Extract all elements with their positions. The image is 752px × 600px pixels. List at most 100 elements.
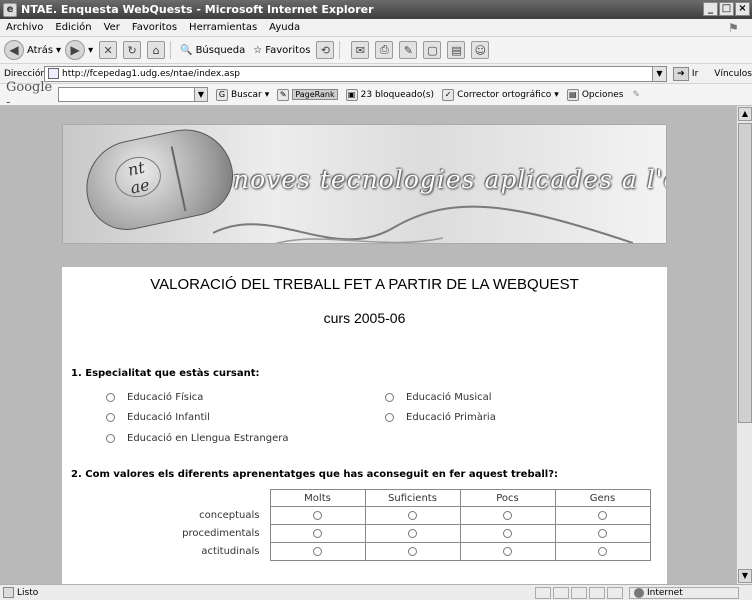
google-search-input[interactable]: ▼ [58,87,208,102]
status-pane [553,586,569,599]
window-title: NTAE. Enquesta WebQuests - Microsoft Int… [21,3,374,16]
back-button[interactable]: ◀ Atrás ▾ [4,40,61,60]
scroll-thumb[interactable] [738,123,752,423]
survey-form: VALORACIÓ DEL TREBALL FET A PARTIR DE LA… [62,267,667,584]
status-pane [571,586,587,599]
status-pane [607,586,623,599]
favorites-button[interactable]: ☆ Favoritos [253,45,310,56]
radio-button[interactable] [385,393,394,402]
form-heading: VALORACIÓ DEL TREBALL FET A PARTIR DE LA… [150,276,579,293]
pencil-icon[interactable]: ✎ [633,90,641,100]
minimize-button[interactable]: _ [703,2,718,16]
radio-button[interactable] [503,511,512,520]
radio-button[interactable] [408,529,417,538]
table-row: actitudinals [160,542,651,561]
radio-button[interactable] [385,413,394,422]
go-label: Ir [691,68,699,79]
page-viewport: nt ae noves tecnologies aplicades a l'ed… [0,106,736,584]
radio-button[interactable] [503,547,512,556]
grid-header-row: Molts Suficients Pocs Gens [160,489,651,507]
radio-button[interactable] [106,413,115,422]
favorites-label: Favoritos [265,44,311,56]
spellcheck-button[interactable]: ✓ Corrector ortográfico ▾ [442,88,559,101]
mail-icon[interactable]: ✉ [351,41,370,59]
radio-button[interactable] [503,529,512,538]
maximize-button[interactable]: □ [719,2,734,16]
radio-button[interactable] [408,511,417,520]
google-search-button[interactable]: G Buscar ▾ [216,88,270,101]
menu-edicion[interactable]: Edición [49,22,97,33]
discuss-icon[interactable]: ▢ [423,41,442,59]
banner-title: noves tecnologies aplicades a l'educació [233,165,666,194]
chevron-down-icon[interactable]: ▼ [194,88,207,101]
option-label: Educació Musical [406,392,492,403]
grid-cell [364,542,461,561]
radio-button[interactable] [408,547,417,556]
history-icon[interactable]: ⟲ [316,41,335,59]
forward-button[interactable]: ▶ ▾ [65,40,93,60]
pagerank-indicator[interactable]: ✎ PageRank [277,88,338,101]
spellcheck-dropdown-icon[interactable]: ▾ [554,90,559,100]
vertical-scrollbar[interactable]: ▲ ▼ [736,106,752,584]
google-search-label: Buscar [231,89,262,100]
globe-icon [634,587,644,598]
grid-cell [269,506,366,525]
edit-icon[interactable]: ✎ [399,41,418,59]
security-zone[interactable]: Internet [629,586,739,599]
window-controls: _ □ × [703,2,750,16]
scroll-down-icon[interactable]: ▼ [738,569,752,583]
search-dropdown-icon[interactable]: ▾ [265,90,270,100]
chevron-down-icon[interactable]: ▼ [651,66,666,81]
scroll-up-icon[interactable]: ▲ [738,107,752,121]
go-button[interactable]: ➔ Ir [672,66,699,81]
research-icon[interactable]: ▤ [447,41,466,59]
search-label: Búsqueda [195,44,246,56]
refresh-icon[interactable]: ↻ [123,41,142,59]
mouse-cable [213,205,633,243]
links-button[interactable]: Vínculos [714,69,752,79]
menu-archivo[interactable]: Archivo [0,22,49,33]
stop-icon[interactable]: ✕ [99,41,118,59]
popup-blocker-button[interactable]: ▣ 23 bloqueado(s) [345,88,435,101]
print-icon[interactable]: ⎙ [375,41,394,59]
blocked-label: 23 bloqueado(s) [360,89,435,100]
radio-button[interactable] [106,434,115,443]
menu-ver[interactable]: Ver [98,22,126,33]
question-2-label: 2. Com valores els diferents aprenentatg… [71,469,559,480]
go-arrow-icon: ➔ [672,66,689,81]
option-educacio-llengua-estrangera[interactable]: Educació en Llengua Estrangera [106,433,288,444]
back-dropdown-icon[interactable]: ▾ [56,45,61,56]
radio-button[interactable] [598,529,607,538]
star-icon: ☆ [253,44,263,56]
back-arrow-icon: ◀ [4,40,24,60]
forward-dropdown-icon[interactable]: ▾ [88,45,93,56]
option-educacio-infantil[interactable]: Educació Infantil [106,412,210,423]
option-educacio-fisica[interactable]: Educació Física [106,392,203,403]
search-button[interactable]: 🔍 Búsqueda [180,45,245,56]
url-input[interactable]: http://fcepedag1.udg.es/ntae/index.asp ▼ [44,65,667,82]
question-1-label: 1. Especialitat que estàs cursant: [71,368,260,379]
radio-button[interactable] [313,529,322,538]
google-logo[interactable]: Google - [6,80,58,110]
grid-cell [269,542,366,561]
grid-cell [554,524,651,543]
radio-button[interactable] [313,547,322,556]
radio-button[interactable] [106,393,115,402]
home-icon[interactable]: ⌂ [147,41,166,59]
options-button[interactable]: ▤ Opciones ✎ [566,88,641,101]
radio-button[interactable] [598,547,607,556]
menu-herramientas[interactable]: Herramientas [183,22,263,33]
address-bar: Dirección http://fcepedag1.udg.es/ntae/i… [0,64,752,84]
option-educacio-musical[interactable]: Educació Musical [385,392,492,403]
option-educacio-primaria[interactable]: Educació Primària [385,412,496,423]
close-button[interactable]: × [735,2,750,16]
grid-cell [459,524,556,543]
menu-favoritos[interactable]: Favoritos [126,22,183,33]
radio-button[interactable] [313,511,322,520]
menu-ayuda[interactable]: Ayuda [263,22,306,33]
messenger-icon[interactable]: ☺ [471,41,490,59]
status-bar: Listo Internet [0,584,752,600]
options-icon: ▤ [566,88,579,101]
google-toolbar: Google - ▼ G Buscar ▾ ✎ PageRank ▣ 23 bl… [0,80,752,110]
radio-button[interactable] [598,511,607,520]
